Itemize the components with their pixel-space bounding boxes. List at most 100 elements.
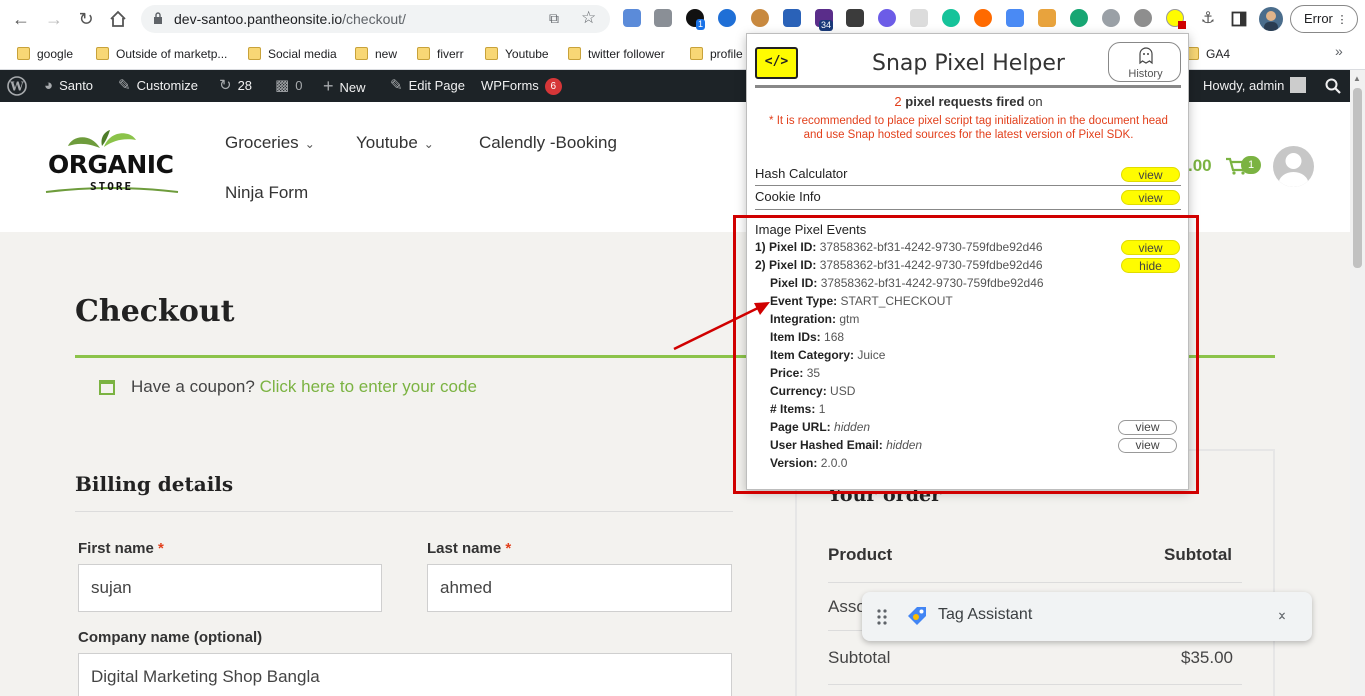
folder-icon — [690, 47, 703, 60]
wpforms-count-badge: 6 — [544, 78, 562, 95]
admin-site-label: Santo — [59, 78, 94, 93]
detail-page-url: Page URL: hidden — [770, 420, 870, 434]
scroll-up-icon[interactable]: ▲ — [1353, 74, 1361, 83]
extension-icon[interactable] — [623, 9, 641, 27]
menu-item-youtube[interactable]: Youtube ⌄ — [356, 133, 434, 153]
extension-icon[interactable]: 34 — [815, 9, 834, 31]
admin-account-link[interactable]: Howdy, admin — [1203, 70, 1307, 102]
menu-label: Groceries — [225, 133, 299, 152]
history-button[interactable]: History — [1108, 42, 1181, 82]
grammarly-icon[interactable] — [942, 9, 960, 27]
extension-icon[interactable] — [846, 9, 864, 27]
coupon-link[interactable]: Click here to enter your code — [260, 377, 477, 396]
bookmark-star-icon[interactable]: ☆ — [581, 8, 596, 28]
page-url-view-button[interactable]: view — [1118, 420, 1177, 435]
code-extension-icon[interactable] — [654, 9, 672, 27]
dashboard-icon: ◕ — [44, 77, 54, 94]
company-input[interactable]: Digital Marketing Shop Bangla — [78, 653, 732, 696]
bookmark-item[interactable]: Outside of marketp... — [96, 43, 227, 65]
hashed-email-view-button[interactable]: view — [1118, 438, 1177, 453]
bookmark-item[interactable]: new — [355, 43, 397, 65]
menu-item-groceries[interactable]: Groceries ⌄ — [225, 133, 315, 153]
coupon-prompt: Have a coupon? — [131, 377, 255, 396]
admin-updates-count: 28 — [237, 78, 253, 93]
side-panel-icon[interactable] — [1227, 7, 1251, 31]
hash-calculator-view-button[interactable]: view — [1121, 167, 1180, 182]
cookie-extension-icon[interactable] — [751, 9, 769, 27]
forward-arrow-icon[interactable]: → — [42, 7, 66, 31]
globe-extension-icon[interactable] — [1102, 9, 1120, 27]
pixel-event-2-hide-button[interactable]: hide — [1121, 258, 1180, 273]
bookmark-item[interactable]: google — [17, 43, 73, 65]
pixel-event-id: 37858362-bf31-4242-9730-759fdbe92d46 — [819, 240, 1043, 254]
cart-total[interactable]: .00 — [1188, 156, 1212, 176]
detail-label: User Hashed Email: — [770, 438, 883, 452]
translate-icon[interactable] — [1006, 9, 1024, 27]
extension-icon[interactable] — [1038, 9, 1056, 27]
hash-calculator-row: Hash Calculator view — [755, 163, 1181, 185]
bookmark-item[interactable]: GA4 — [1186, 43, 1230, 65]
tag-assistant-bar[interactable]: Tag Assistant ⌄ ⌃ — [862, 592, 1312, 641]
page-title: Checkout — [75, 294, 235, 329]
extension-icon[interactable] — [1134, 9, 1152, 27]
site-logo[interactable]: ORGANIC STORE — [38, 130, 183, 202]
bookmark-item[interactable]: Social media — [248, 43, 337, 65]
first-name-input[interactable]: sujan — [78, 564, 382, 612]
menu-item-calendly[interactable]: Calendly -Booking — [479, 133, 617, 153]
admin-wpforms-link[interactable]: WPForms 6 — [481, 70, 562, 102]
lock-icon — [154, 12, 162, 24]
detail-label: Currency: — [770, 384, 827, 398]
admin-comments-link[interactable]: ▩ 0 — [275, 70, 302, 102]
bookmark-item[interactable]: twitter follower — [568, 43, 665, 65]
snap-pixel-helper-icon[interactable] — [1166, 9, 1186, 29]
bookmark-item[interactable]: profile — [690, 43, 743, 65]
address-bar[interactable]: dev-santoo.pantheonsite.io/checkout/ ⧉ ☆ — [141, 5, 610, 33]
eye-extension-icon[interactable] — [718, 9, 736, 27]
cookie-info-view-button[interactable]: view — [1121, 190, 1180, 205]
extension-icon[interactable]: 1 — [686, 9, 706, 30]
profile-avatar[interactable] — [1259, 7, 1283, 31]
admin-search-icon[interactable] — [1325, 70, 1341, 102]
share-icon[interactable]: ⧉ — [549, 10, 559, 27]
scrollbar-thumb[interactable] — [1353, 88, 1362, 268]
last-name-input[interactable]: ahmed — [427, 564, 732, 612]
extensions-puzzle-icon[interactable]: ⚓ — [1196, 7, 1220, 31]
home-icon[interactable] — [106, 7, 130, 31]
pixel-event-2: 2) Pixel ID: 37858362-bf31-4242-9730-759… — [755, 258, 1043, 272]
extension-icon[interactable] — [910, 9, 928, 27]
reload-icon[interactable]: ↻ — [74, 7, 98, 31]
user-account-icon[interactable] — [1273, 146, 1314, 187]
detail-item-ids: Item IDs: 168 — [770, 330, 844, 344]
wordpress-logo-icon[interactable]: W — [7, 70, 27, 102]
admin-customize-link[interactable]: ✎ Customize — [118, 70, 198, 102]
first-name-label: First name * — [78, 540, 164, 557]
back-arrow-icon[interactable]: ← — [9, 7, 33, 31]
layers-extension-icon[interactable] — [783, 9, 801, 27]
bookmark-item[interactable]: Youtube — [485, 43, 549, 65]
menu-item-ninja-form[interactable]: Ninja Form — [225, 183, 308, 203]
pencil-icon: ✎ — [390, 77, 403, 94]
collapse-icon[interactable]: ⌄ ⌃ — [1273, 604, 1291, 628]
drag-handle-icon[interactable] — [876, 608, 888, 626]
pixel-count-label: pixel requests fired — [905, 94, 1025, 109]
detail-value: 168 — [824, 330, 845, 344]
extension-icon[interactable] — [974, 9, 992, 27]
bookmark-label: fiverr — [437, 47, 464, 61]
bookmarks-overflow-icon[interactable]: » — [1335, 43, 1343, 59]
bookmark-item[interactable]: fiverr — [417, 43, 464, 65]
page-scrollbar[interactable]: ▲ — [1350, 70, 1365, 696]
detail-label: Pixel ID: — [770, 276, 818, 290]
gear-extension-icon[interactable] — [878, 9, 896, 27]
folder-icon — [96, 47, 109, 60]
pixel-count-summary: 2 pixel requests fired on — [747, 94, 1190, 109]
extension-icon[interactable] — [1070, 9, 1088, 27]
admin-site-link[interactable]: ◕ Santo — [44, 70, 93, 102]
profile-error-button[interactable]: Error ⋮ — [1290, 5, 1358, 33]
admin-edit-page-link[interactable]: ✎ Edit Page — [390, 70, 465, 102]
admin-new-link[interactable]: + New — [323, 70, 366, 102]
pixel-event-1-view-button[interactable]: view — [1121, 240, 1180, 255]
admin-howdy-label: Howdy, admin — [1203, 78, 1285, 93]
folder-icon — [485, 47, 498, 60]
detail-label: Page URL: — [770, 420, 831, 434]
admin-updates-link[interactable]: ↻ 28 — [219, 70, 252, 102]
